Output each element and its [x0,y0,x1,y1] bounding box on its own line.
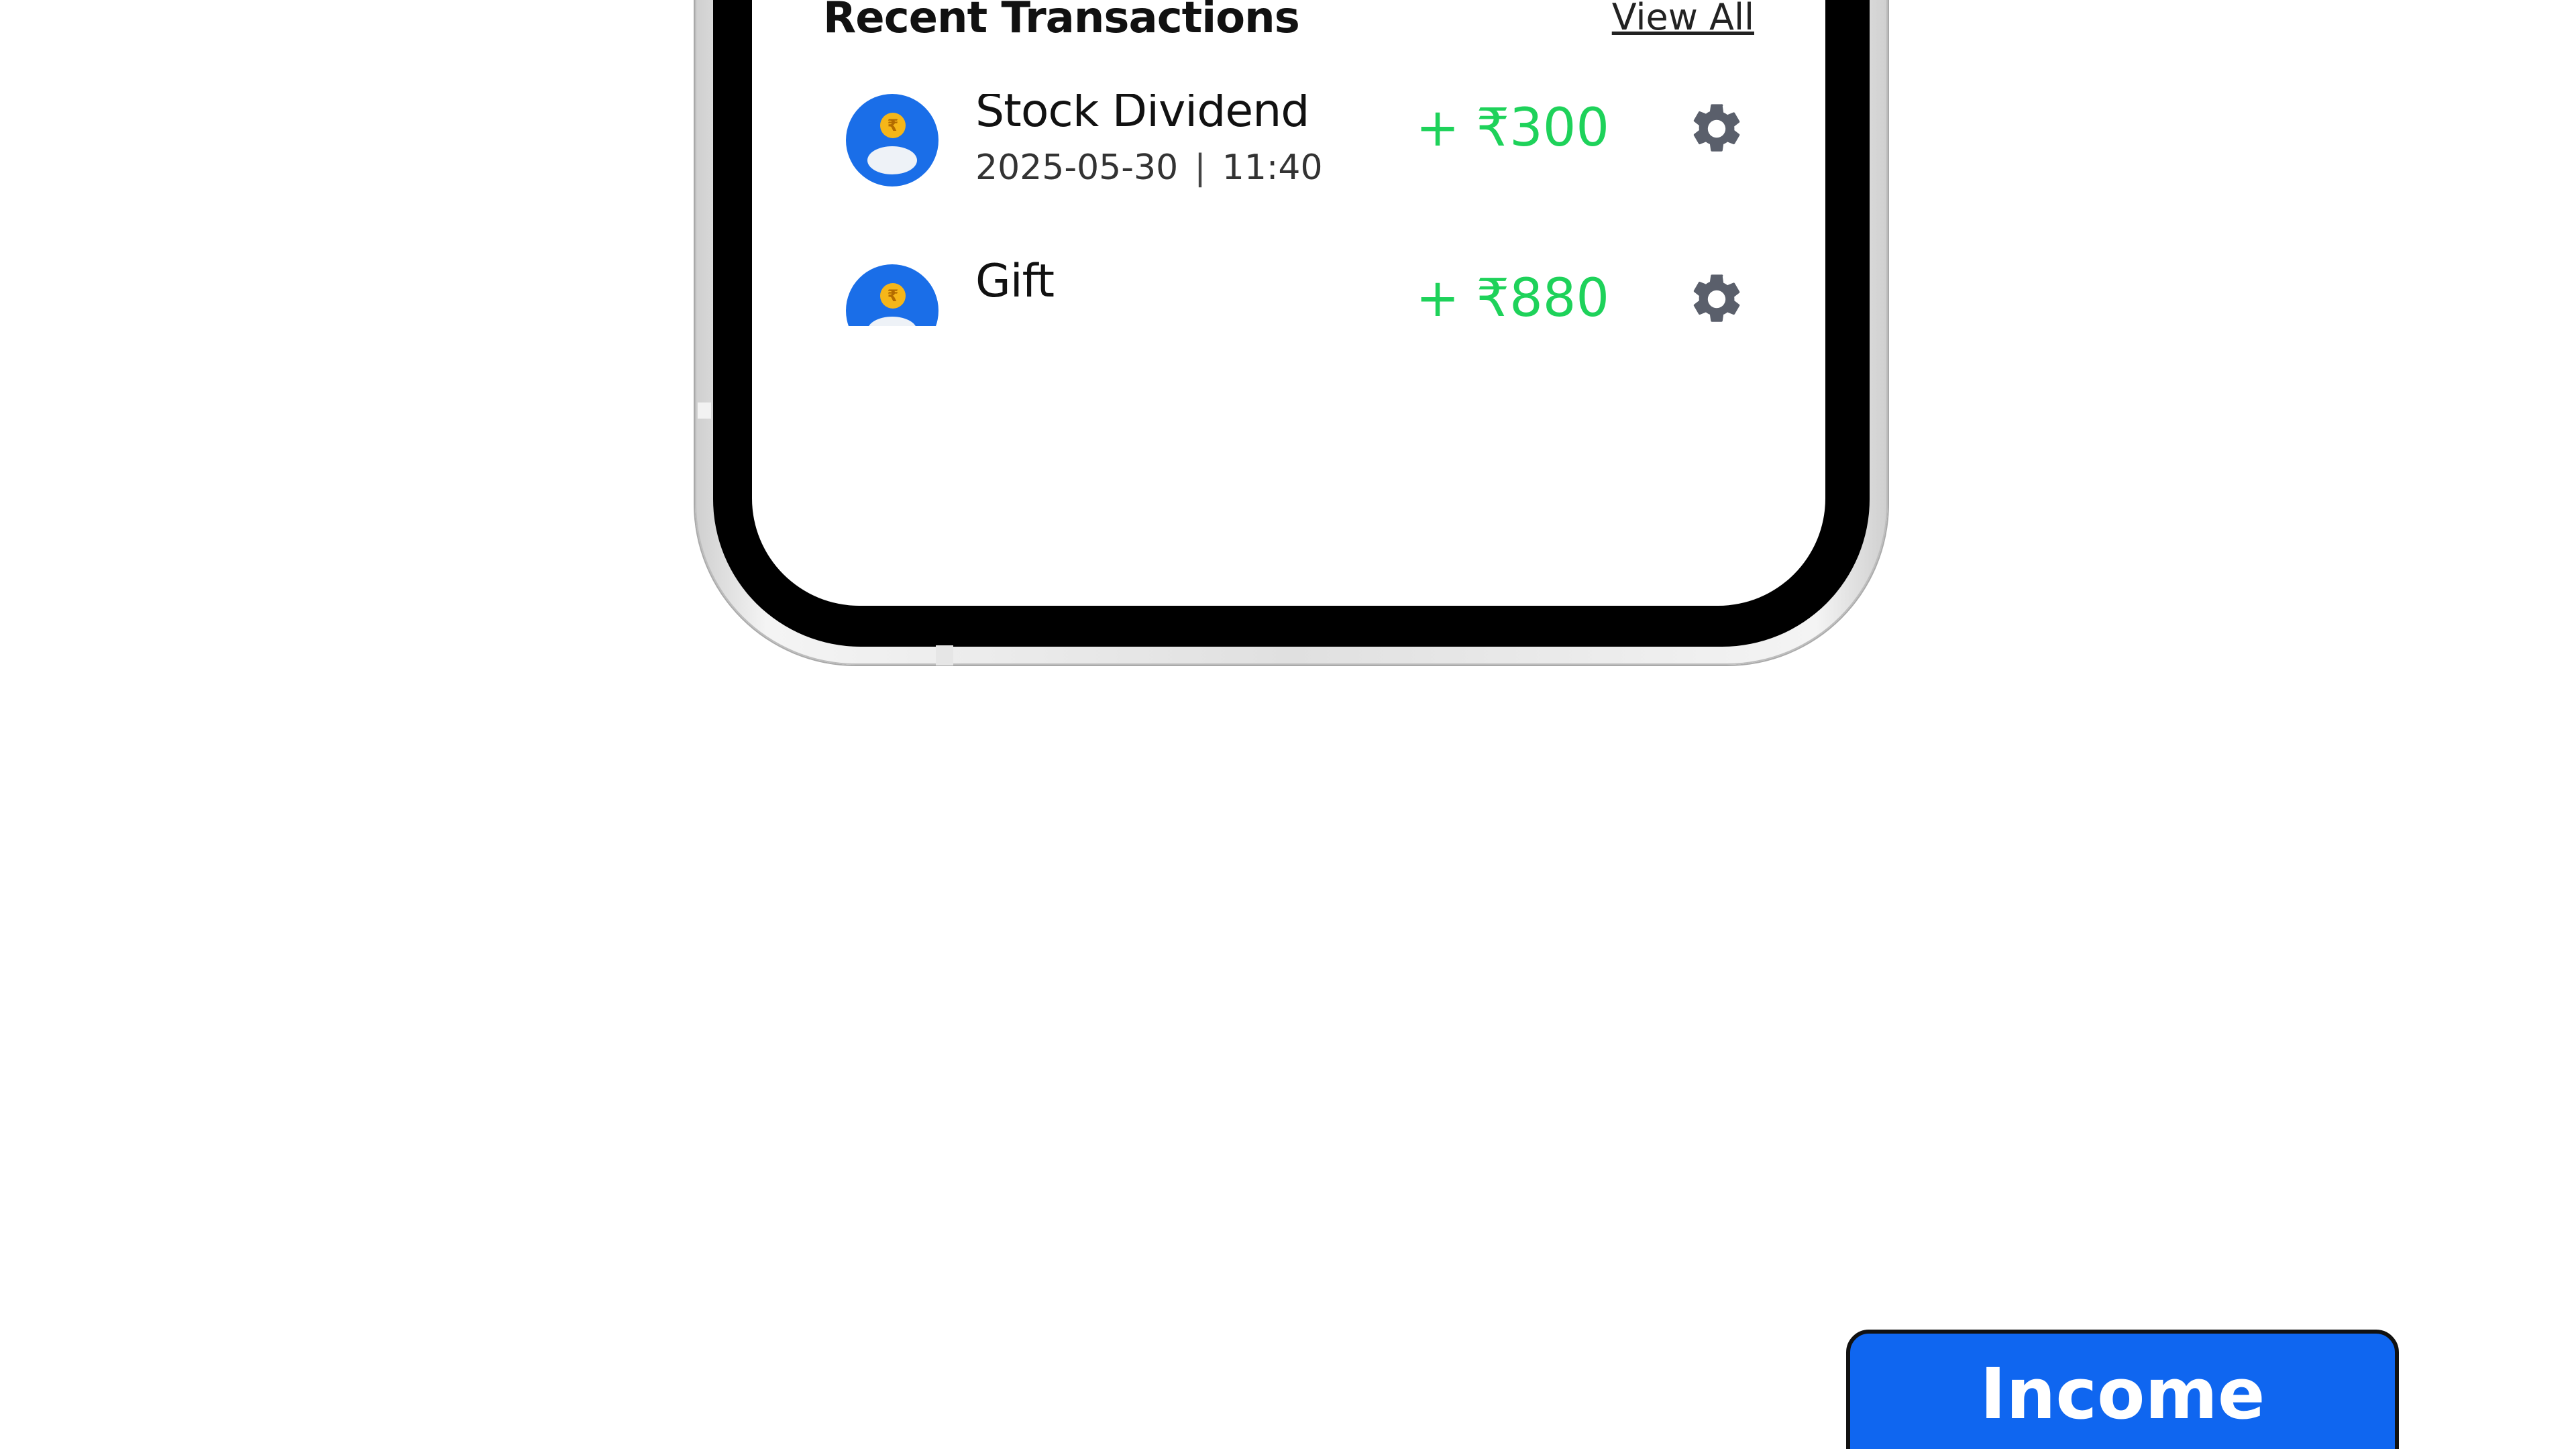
phone-bottom-antenna-line [936,645,953,665]
transaction-amount: + ₹880 [1415,268,1609,326]
app-canvas: Recent Transactions View All ₹ Stock Div… [0,0,2576,1449]
recent-transactions-title: Recent Transactions [823,0,1300,43]
transaction-name: Stock Dividend [975,94,1309,138]
transaction-row[interactable]: ₹ Gift + ₹880 [752,255,1825,326]
user-silhouette-icon [867,146,917,174]
transactions-list: ₹ Stock Dividend 2025-05-30 | 11:40 + ₹300… [752,94,1825,326]
phone-screen: Recent Transactions View All ₹ Stock Div… [752,0,1825,606]
rupee-coin-icon: ₹ [880,283,906,309]
user-silhouette-icon [867,317,917,326]
rupee-coin-user-icon: ₹ [846,264,938,326]
gear-icon[interactable] [1687,270,1746,326]
gear-icon[interactable] [1687,99,1746,158]
transaction-datetime: 2025-05-30 | 11:40 [975,148,1323,188]
transaction-date: 2025-05-30 [975,148,1179,188]
rupee-coin-icon: ₹ [880,113,906,138]
rupee-coin-user-icon: ₹ [846,94,938,186]
view-all-link[interactable]: View All [1612,0,1754,38]
transaction-row[interactable]: ₹ Stock Dividend 2025-05-30 | 11:40 + ₹300 [752,94,1825,264]
transaction-name: Gift [975,255,1055,308]
datetime-separator: | [1194,148,1206,188]
phone-side-button [698,402,711,419]
transaction-time: 11:40 [1222,148,1323,188]
income-button[interactable]: Income [1846,1330,2399,1449]
transaction-amount: + ₹300 [1415,98,1609,158]
